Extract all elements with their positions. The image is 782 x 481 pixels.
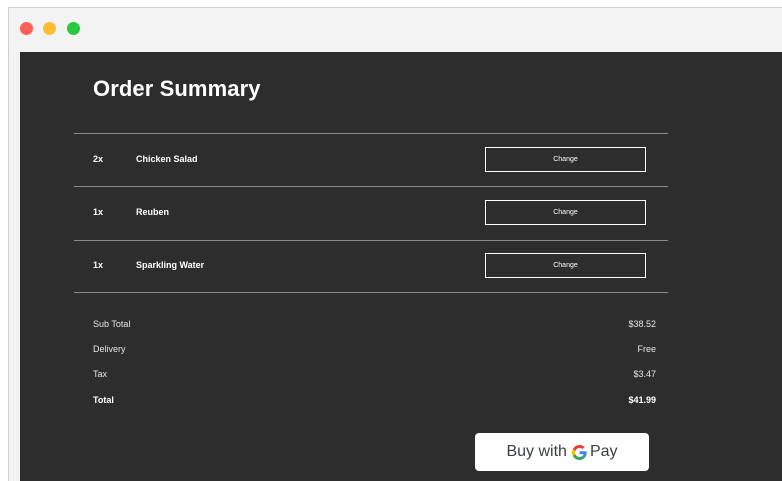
divider <box>74 292 668 293</box>
buy-with-google-pay-button[interactable]: Buy with Pay <box>475 433 649 471</box>
total-label: Total <box>93 395 114 405</box>
item-name: Sparkling Water <box>136 260 205 270</box>
tax-value: $3.47 <box>633 369 656 379</box>
browser-window: Order Summary 2x Chicken Salad Change 1x… <box>8 7 782 481</box>
maximize-window-button[interactable] <box>67 22 80 35</box>
minimize-window-button[interactable] <box>43 22 56 35</box>
item-quantity: 1x <box>93 207 104 217</box>
item-name: Reuben <box>136 207 170 217</box>
gpay-suffix: Pay <box>589 443 618 460</box>
item-quantity: 2x <box>93 154 104 164</box>
order-item-row: 2x Chicken Salad Change <box>74 134 668 187</box>
close-window-button[interactable] <box>20 22 33 35</box>
order-summary-panel: Order Summary 2x Chicken Salad Change 1x… <box>20 52 782 481</box>
delivery-value: Free <box>637 344 656 354</box>
page-title: Order Summary <box>93 76 261 101</box>
tax-label: Tax <box>93 369 108 379</box>
change-item-button[interactable]: Change <box>485 147 646 172</box>
subtotal-value: $38.52 <box>628 319 656 329</box>
order-item-row: 1x Reuben Change <box>74 187 668 240</box>
delivery-label: Delivery <box>93 344 126 354</box>
gpay-prefix: Buy with <box>506 443 567 460</box>
subtotal-label: Sub Total <box>93 319 131 329</box>
change-item-button[interactable]: Change <box>485 200 646 225</box>
change-item-button[interactable]: Change <box>485 253 646 278</box>
order-item-row: 1x Sparkling Water Change <box>74 240 668 293</box>
item-quantity: 1x <box>93 260 104 270</box>
total-value: $41.99 <box>628 395 656 405</box>
google-g-icon <box>571 444 587 460</box>
window-titlebar <box>9 8 782 52</box>
item-name: Chicken Salad <box>136 154 198 164</box>
